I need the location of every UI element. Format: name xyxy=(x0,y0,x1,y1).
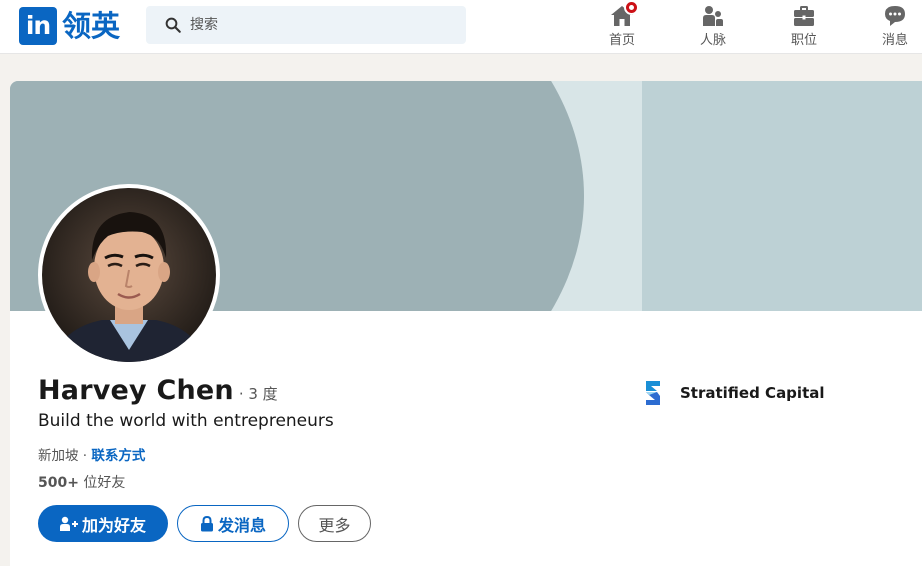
connections-count: 500+ xyxy=(38,475,79,491)
name-row: Harvey Chen · 3 度 xyxy=(38,375,278,406)
message-icon xyxy=(885,6,905,26)
briefcase-icon xyxy=(794,6,814,26)
avatar[interactable] xyxy=(38,184,220,366)
more-button[interactable]: 更多 xyxy=(298,505,371,542)
nav-label-home: 首页 xyxy=(608,33,635,48)
logo-mark: in xyxy=(19,7,57,45)
nav-item-jobs[interactable]: 职位 xyxy=(764,0,844,54)
message-button[interactable]: 发消息 xyxy=(177,505,289,542)
profile-name: Harvey Chen xyxy=(38,375,234,406)
nav-label-network: 人脉 xyxy=(699,33,726,48)
contact-info-link[interactable]: 联系方式 xyxy=(91,448,145,464)
profile-headline: Build the world with entrepreneurs xyxy=(38,411,334,431)
top-navigation: in 领英 首页 人脉 职位 xyxy=(0,0,922,54)
profile-location: 新加坡 xyxy=(38,448,79,464)
nav-label-messaging: 消息 xyxy=(881,33,908,48)
linkedin-logo[interactable]: in 领英 xyxy=(19,7,120,45)
connections-label: 位好友 xyxy=(78,475,126,491)
more-label: 更多 xyxy=(318,515,351,535)
people-icon xyxy=(703,6,723,26)
search-icon xyxy=(165,17,181,33)
connect-label: 加为好友 xyxy=(81,515,146,535)
current-company[interactable]: Stratified Capital xyxy=(643,380,825,406)
lock-icon xyxy=(200,515,213,531)
logo-text: 领英 xyxy=(62,9,121,43)
location-separator: · xyxy=(78,448,92,464)
add-person-icon xyxy=(59,516,78,531)
profile-card: Harvey Chen · 3 度 Build the world with e… xyxy=(10,81,922,566)
search-input[interactable] xyxy=(190,6,450,44)
message-label: 发消息 xyxy=(217,515,266,535)
profile-photo xyxy=(42,188,216,362)
connection-degree: · 3 度 xyxy=(238,385,278,403)
nav-item-messaging[interactable]: 消息 xyxy=(855,0,922,54)
connections-row[interactable]: 500+ 位好友 xyxy=(38,472,125,492)
nav-item-home[interactable]: 首页 xyxy=(582,0,662,54)
connect-button[interactable]: 加为好友 xyxy=(38,505,168,542)
nav-item-network[interactable]: 人脉 xyxy=(673,0,753,54)
location-row: 新加坡 · 联系方式 xyxy=(38,444,145,464)
notification-badge xyxy=(624,0,639,15)
company-name: Stratified Capital xyxy=(680,384,825,402)
company-logo xyxy=(646,381,660,405)
search-bar[interactable] xyxy=(146,6,466,44)
nav-label-jobs: 职位 xyxy=(790,33,817,48)
